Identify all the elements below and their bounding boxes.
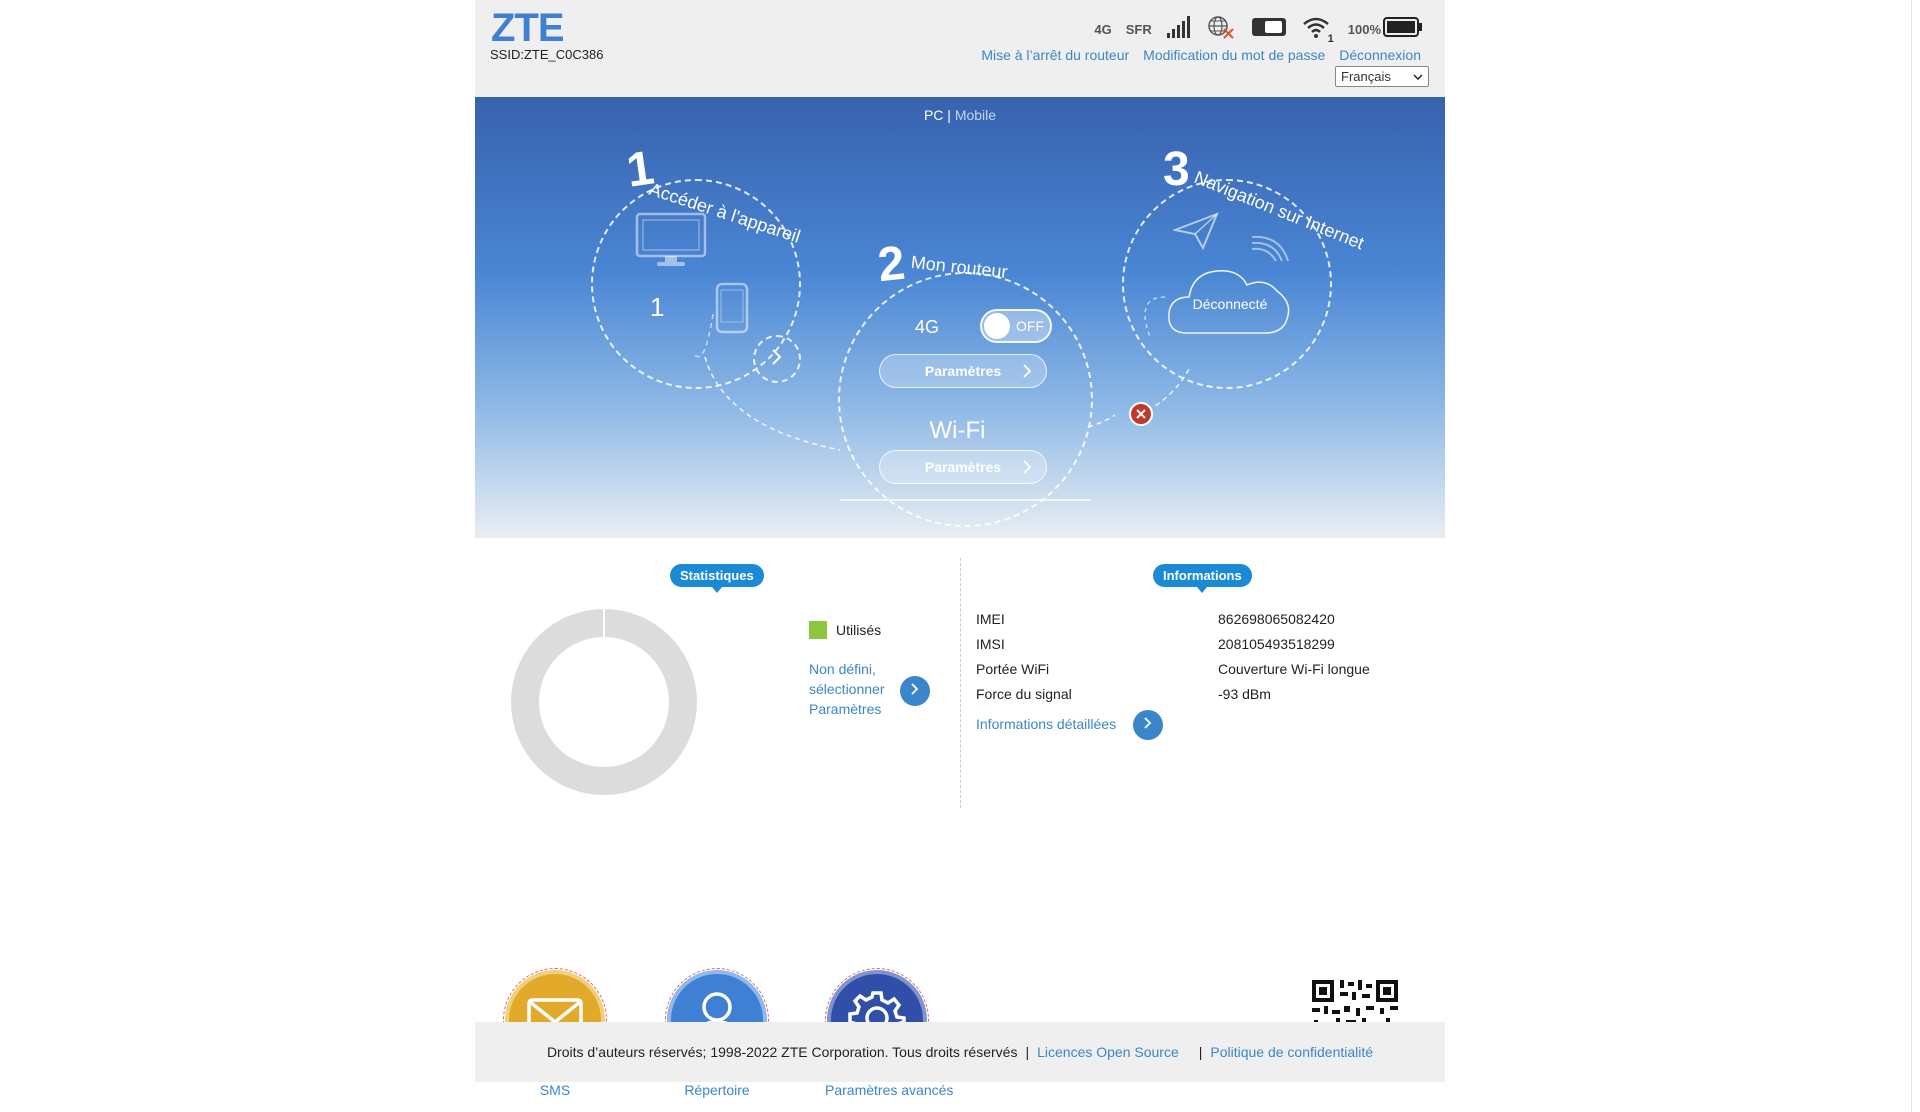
header: ZTE SSID:ZTE_C0C386 4G SFR 1 100% Mise à…	[475, 0, 1445, 97]
detailed-info-link[interactable]: Informations détaillées	[976, 716, 1116, 732]
step2-number: 2	[875, 236, 908, 293]
signal-strength-icon	[1166, 15, 1192, 44]
info-label-imsi: IMSI	[976, 636, 1005, 652]
operator-name: SFR	[1125, 21, 1152, 37]
footer: Droits d’auteurs réservés; 1998-2022 ZTE…	[475, 1022, 1445, 1082]
zte-logo: ZTE	[491, 6, 565, 50]
info-value-imsi: 208105493518299	[1218, 636, 1335, 652]
toggle-knob	[984, 313, 1010, 339]
wifi-icon: 1	[1302, 15, 1334, 45]
internet-status: Déconnecté	[1192, 296, 1268, 312]
cellular-params-label: Paramètres	[924, 363, 1002, 379]
info-label-imei: IMEI	[976, 611, 1005, 627]
wifi-params-button[interactable]: Paramètres	[879, 450, 1047, 484]
footer-separator: |	[1025, 1044, 1030, 1060]
chevron-right-icon	[1022, 363, 1032, 382]
undefined-line1: Non défini,	[809, 661, 876, 677]
privacy-link[interactable]: Politique de confidentialité	[1210, 1044, 1373, 1060]
network-type: 4G	[1094, 21, 1112, 37]
information-badge: Informations	[1153, 564, 1252, 593]
detailed-info-arrow-button[interactable]	[1133, 710, 1163, 740]
section-divider	[960, 558, 961, 808]
wifi-client-count: 1	[1327, 32, 1334, 45]
language-select[interactable]: Français	[1335, 66, 1429, 87]
disconnect-status-icon	[1129, 402, 1153, 426]
status-bar: 4G SFR 1 100%	[1094, 14, 1423, 45]
chevron-down-icon	[1413, 69, 1423, 84]
chevron-right-icon	[1022, 459, 1032, 478]
battery-percent: 100%	[1347, 21, 1381, 37]
info-value-wifi-range: Couverture Wi-Fi longue	[1218, 661, 1370, 677]
wifi-label: Wi-Fi	[929, 417, 986, 444]
usage-donut-chart	[511, 609, 697, 800]
ssid-label: SSID:ZTE_C0C386	[490, 47, 604, 62]
sms-label: SMS	[539, 1082, 571, 1098]
chevron-right-icon	[910, 682, 920, 701]
my-router-circle	[838, 272, 1093, 527]
legend-used-label: Utilisés	[836, 622, 882, 638]
connected-device-count: 1	[650, 292, 665, 322]
wifi-params-label: Paramètres	[924, 459, 1002, 475]
advanced-label: Paramètres avancés	[825, 1082, 954, 1098]
copyright-text: Droits d’auteurs réservés; 1998-2022 ZTE…	[546, 1044, 1018, 1060]
footer-separator: |	[1198, 1044, 1203, 1060]
open-source-link[interactable]: Licences Open Source	[1037, 1044, 1179, 1060]
change-password-link[interactable]: Modification du mot de passe	[1143, 47, 1325, 63]
stats-section: Statistiques Informations Utilisés Non d…	[475, 538, 1445, 838]
info-label-signal: Force du signal	[976, 686, 1072, 702]
cellular-label: 4G	[915, 317, 940, 337]
page-scrollbar[interactable]	[1911, 0, 1920, 1112]
undefined-plan-link[interactable]: Non défini, sélectionner Paramètres	[809, 659, 885, 719]
language-value: Français	[1341, 69, 1391, 84]
internet-disconnected-icon	[1206, 14, 1236, 45]
phonebook-label: Répertoire	[684, 1082, 750, 1098]
battery-icon	[1383, 15, 1423, 44]
shortcut-bar: SMS Répertoire Paramètres avancés	[475, 838, 1445, 1098]
step3-number: 3	[1163, 143, 1190, 196]
statistics-badge: Statistiques	[670, 564, 764, 593]
info-label-wifi-range: Portée WiFi	[976, 661, 1050, 677]
cellular-params-button[interactable]: Paramètres	[879, 354, 1047, 388]
chevron-right-icon	[770, 348, 784, 371]
info-value-imei: 862698065082420	[1218, 611, 1335, 627]
shutdown-link[interactable]: Mise à l’arrêt du routeur	[981, 47, 1129, 63]
legend-used-swatch	[809, 621, 827, 639]
phone-icon	[715, 282, 749, 339]
toggle-state: OFF	[1016, 318, 1044, 334]
access-device-arrow-button[interactable]	[753, 335, 801, 383]
logout-link[interactable]: Déconnexion	[1339, 47, 1421, 63]
sim-card-icon	[1250, 15, 1288, 44]
undefined-line3: Paramètres	[809, 701, 882, 717]
info-value-signal: -93 dBm	[1218, 686, 1271, 702]
connection-hero: PC | Mobile 1 Accéder à l'appareil 1 2 M…	[475, 97, 1445, 538]
statistics-settings-arrow-button[interactable]	[900, 676, 930, 706]
cellular-toggle[interactable]: OFF	[980, 309, 1052, 343]
monitor-icon	[635, 212, 707, 273]
page-container: ZTE SSID:ZTE_C0C386 4G SFR 1 100% Mise à…	[475, 0, 1445, 1098]
header-links: Mise à l’arrêt du routeur Modification d…	[981, 47, 1421, 63]
undefined-line2: sélectionner	[809, 681, 885, 697]
paper-plane-icon	[1171, 212, 1219, 257]
chevron-right-icon	[1143, 716, 1153, 735]
